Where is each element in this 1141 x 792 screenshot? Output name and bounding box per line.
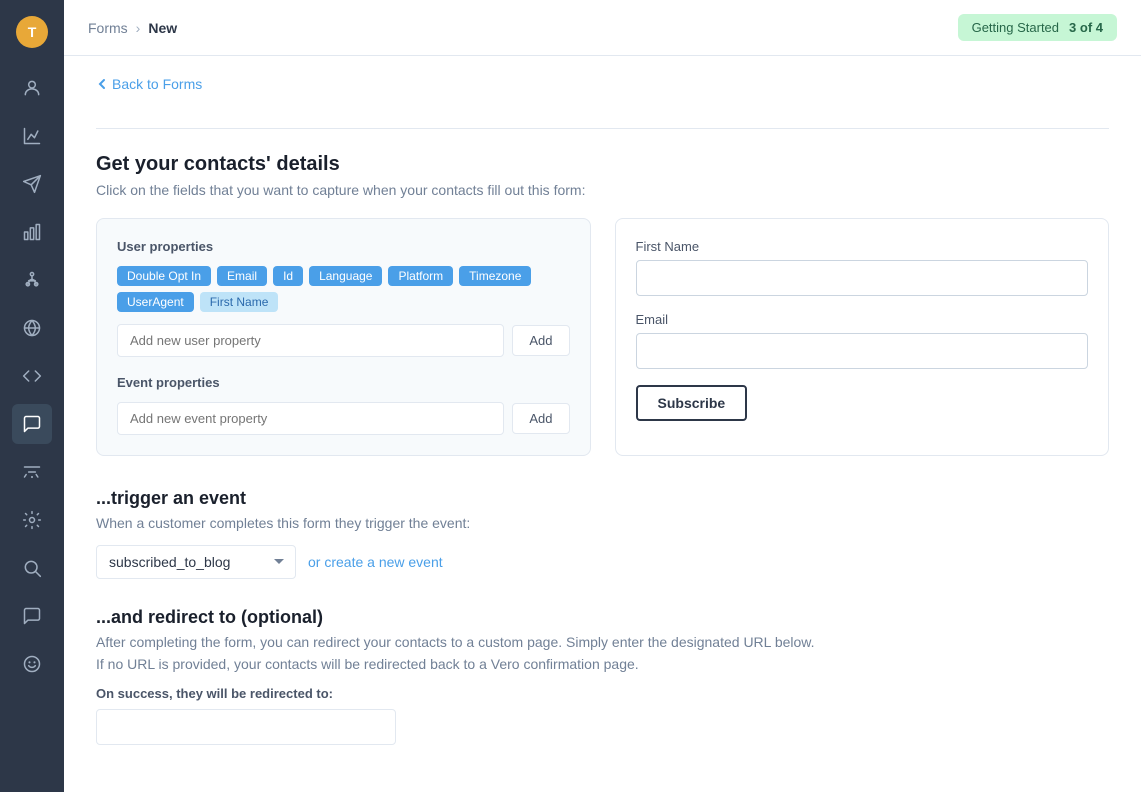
- add-user-property-input[interactable]: [117, 324, 504, 357]
- topbar: Forms › New Getting Started 3 of 4: [64, 0, 1141, 56]
- page-title: Get your contacts' details: [96, 153, 1109, 176]
- breadcrumb: Forms › New: [88, 20, 177, 36]
- preview-field1-input: [636, 260, 1089, 296]
- add-event-property-button[interactable]: Add: [512, 403, 569, 434]
- create-event-link[interactable]: or create a new event: [308, 554, 443, 570]
- right-panel: First Name Email Subscribe: [615, 218, 1110, 456]
- sidebar-item-messages[interactable]: [12, 404, 52, 444]
- sidebar-item-contacts[interactable]: [12, 68, 52, 108]
- tag-language[interactable]: Language: [309, 266, 382, 286]
- user-properties-label: User properties: [117, 239, 570, 254]
- content-area: Back to Forms Get your contacts' details…: [64, 56, 1141, 792]
- trigger-title: ...trigger an event: [96, 488, 1109, 509]
- sidebar: T: [0, 0, 64, 792]
- page-description: Click on the fields that you want to cap…: [96, 182, 1109, 198]
- getting-started-label: Getting Started: [972, 20, 1059, 35]
- breadcrumb-parent[interactable]: Forms: [88, 20, 128, 36]
- divider-top: [96, 128, 1109, 129]
- breadcrumb-current: New: [148, 20, 177, 36]
- getting-started-badge[interactable]: Getting Started 3 of 4: [958, 14, 1117, 41]
- sidebar-item-integrations[interactable]: [12, 308, 52, 348]
- breadcrumb-separator: ›: [136, 20, 141, 36]
- add-user-property-button[interactable]: Add: [512, 325, 569, 356]
- back-to-forms-link[interactable]: Back to Forms: [96, 56, 1109, 108]
- redirect-title: ...and redirect to (optional): [96, 607, 1109, 628]
- getting-started-step: 3 of 4: [1069, 20, 1103, 35]
- trigger-description: When a customer completes this form they…: [96, 515, 1109, 531]
- tag-timezone[interactable]: Timezone: [459, 266, 531, 286]
- event-select[interactable]: subscribed_to_blog form_submitted newsle…: [96, 545, 296, 579]
- main-content: Forms › New Getting Started 3 of 4 Back …: [64, 0, 1141, 792]
- preview-field2-input: [636, 333, 1089, 369]
- sidebar-item-reports[interactable]: [12, 212, 52, 252]
- tag-first-name[interactable]: First Name: [200, 292, 279, 312]
- sidebar-item-nps[interactable]: [12, 644, 52, 684]
- event-row: subscribed_to_blog form_submitted newsle…: [96, 545, 1109, 579]
- tag-double-opt-in[interactable]: Double Opt In: [117, 266, 211, 286]
- sidebar-item-developer[interactable]: [12, 356, 52, 396]
- user-property-tags: Double Opt In Email Id Language Platform…: [117, 266, 570, 312]
- sidebar-item-analytics[interactable]: [12, 116, 52, 156]
- tag-platform[interactable]: Platform: [388, 266, 453, 286]
- tag-email[interactable]: Email: [217, 266, 267, 286]
- sidebar-item-settings[interactable]: [12, 500, 52, 540]
- avatar[interactable]: T: [16, 16, 48, 48]
- redirect-url-input[interactable]: [96, 709, 396, 745]
- preview-field1-label: First Name: [636, 239, 1089, 254]
- redirect-desc2: If no URL is provided, your contacts wil…: [96, 656, 1109, 672]
- left-panel: User properties Double Opt In Email Id L…: [96, 218, 591, 456]
- form-panels: User properties Double Opt In Email Id L…: [96, 218, 1109, 456]
- event-properties-label: Event properties: [117, 375, 570, 390]
- sidebar-item-search[interactable]: [12, 548, 52, 588]
- add-user-property-row: Add: [117, 324, 570, 357]
- add-event-property-row: Add: [117, 402, 570, 435]
- sidebar-item-campaigns[interactable]: [12, 164, 52, 204]
- sidebar-item-segments[interactable]: [12, 452, 52, 492]
- subscribe-button[interactable]: Subscribe: [636, 385, 748, 421]
- redirect-field-label: On success, they will be redirected to:: [96, 686, 1109, 701]
- sidebar-item-workflows[interactable]: [12, 260, 52, 300]
- preview-field2-label: Email: [636, 312, 1089, 327]
- tag-useragent[interactable]: UserAgent: [117, 292, 194, 312]
- add-event-property-input[interactable]: [117, 402, 504, 435]
- tag-id[interactable]: Id: [273, 266, 303, 286]
- sidebar-item-support[interactable]: [12, 596, 52, 636]
- redirect-desc1: After completing the form, you can redir…: [96, 634, 1109, 650]
